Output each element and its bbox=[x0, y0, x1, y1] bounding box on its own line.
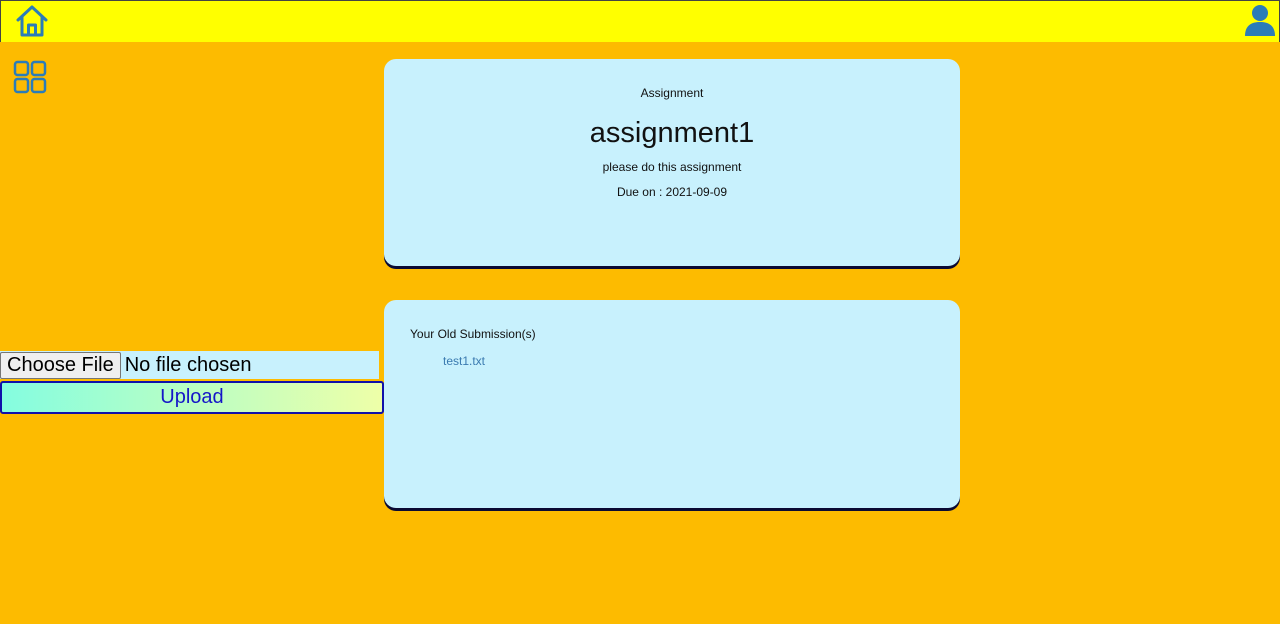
grid-menu-icon[interactable] bbox=[13, 60, 47, 94]
assignment-due-date: Due on : 2021-09-09 bbox=[616, 185, 728, 199]
submission-link[interactable]: test1.txt bbox=[443, 354, 485, 368]
assignment-card: Assignment assignment1 please do this as… bbox=[384, 59, 960, 266]
assignment-label: Assignment bbox=[640, 86, 704, 100]
submission-item: test1.txt bbox=[443, 352, 485, 370]
submissions-card: Your Old Submission(s) test1.txt bbox=[384, 300, 960, 508]
home-icon[interactable] bbox=[14, 3, 50, 39]
assignment-description: please do this assignment bbox=[602, 160, 742, 174]
file-input: Choose File No file chosen bbox=[0, 351, 379, 379]
submissions-label: Your Old Submission(s) bbox=[410, 327, 536, 341]
assignment-title: assignment1 bbox=[589, 117, 755, 149]
upload-button[interactable]: Upload bbox=[0, 381, 384, 414]
top-bar bbox=[0, 0, 1280, 42]
choose-file-button[interactable]: Choose File bbox=[0, 351, 121, 379]
file-status-text: No file chosen bbox=[124, 353, 252, 376]
user-icon[interactable] bbox=[1243, 3, 1277, 37]
submissions-list: test1.txt bbox=[443, 352, 485, 370]
